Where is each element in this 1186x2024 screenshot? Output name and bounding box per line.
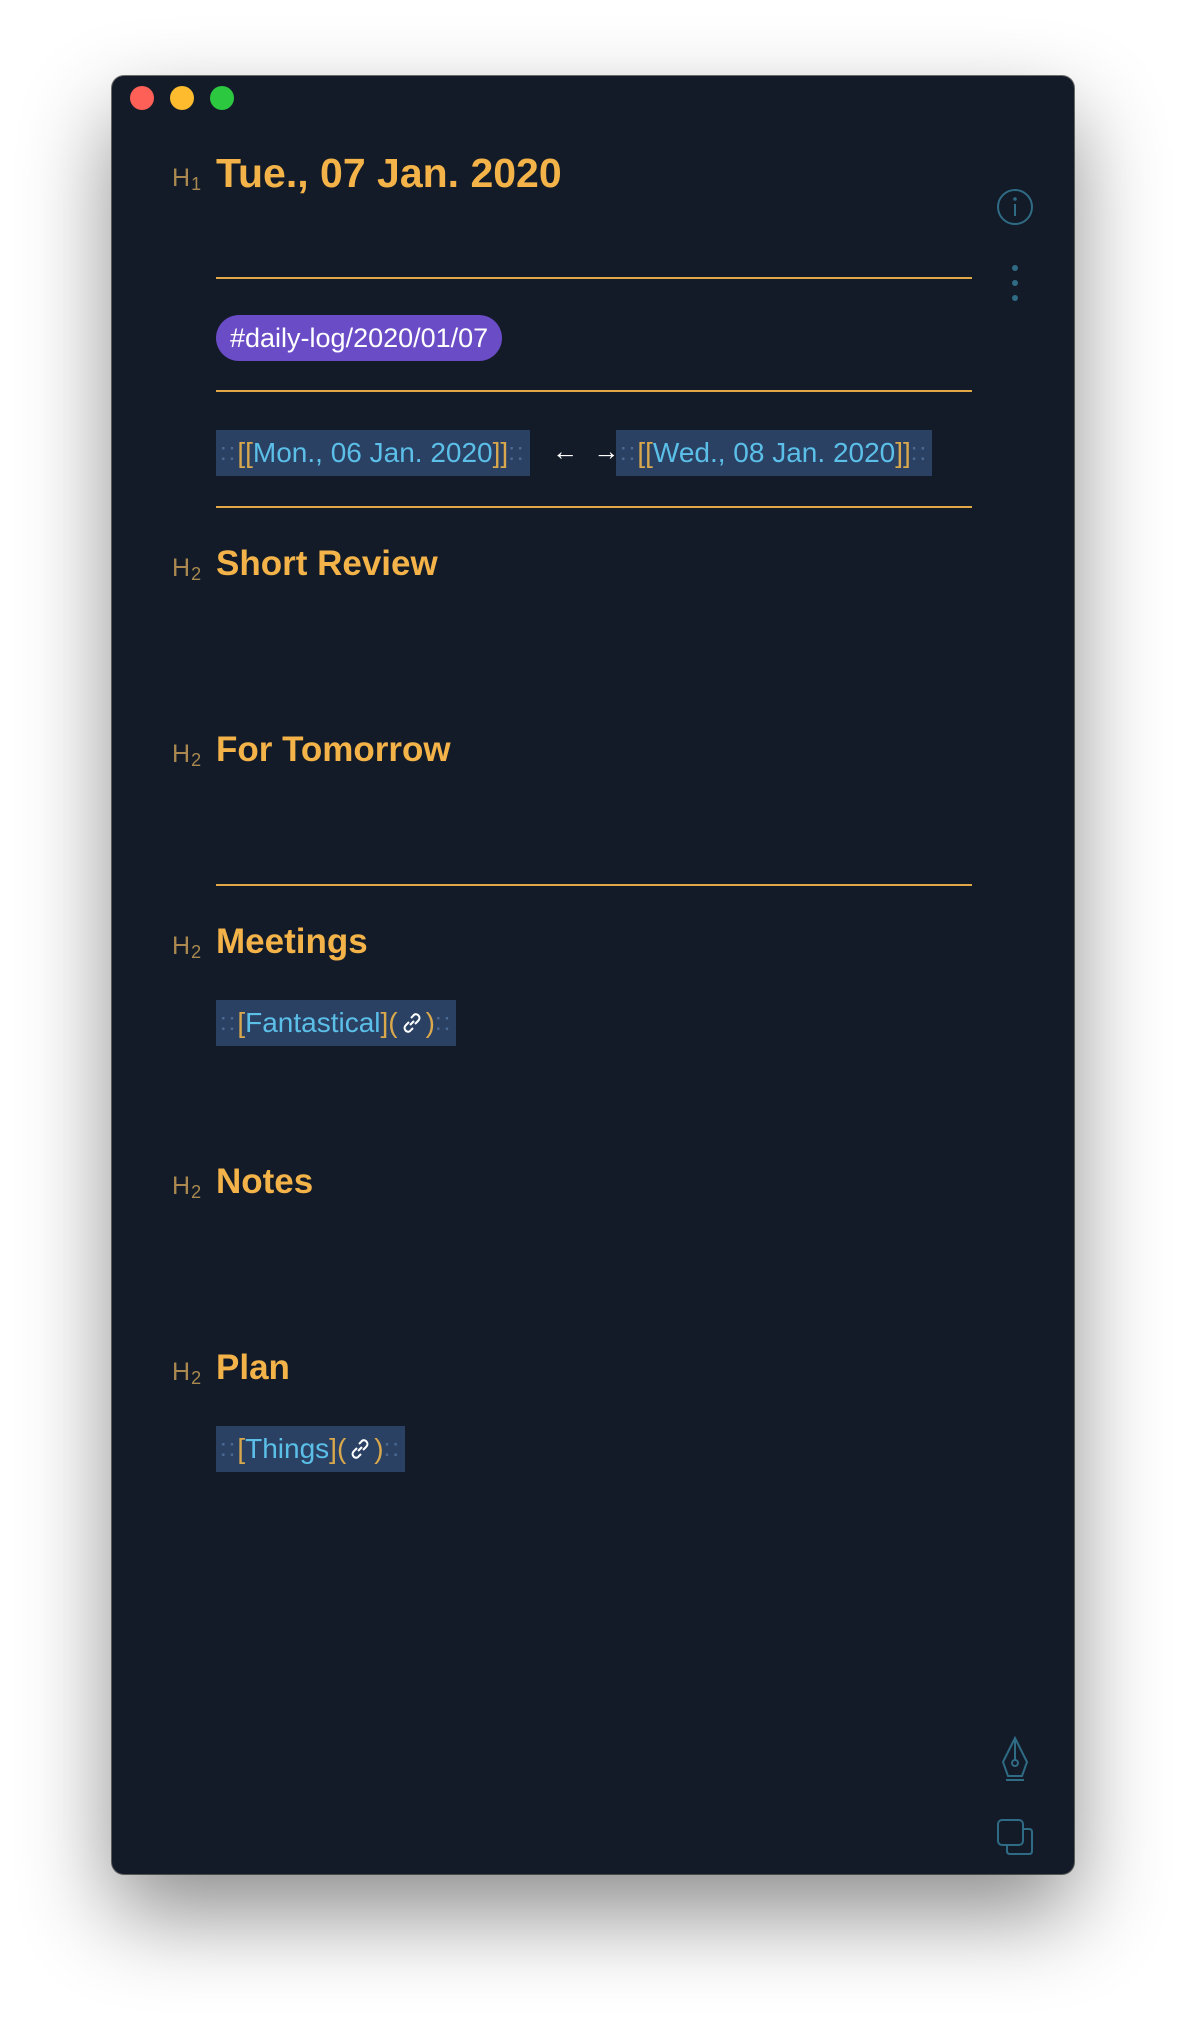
h2-marker: H2 [172,1358,202,1388]
zoom-window-button[interactable] [210,86,234,110]
page-title: Tue., 07 Jan. 2020 [216,150,562,196]
divider [216,277,972,279]
minimize-window-button[interactable] [170,86,194,110]
link-dots: :: [910,439,929,466]
h1-marker: H1 [172,164,202,194]
link-open-bracket: [ [237,1007,246,1038]
link-dots: :: [220,1009,238,1036]
divider [216,506,972,508]
heading-meetings: Meetings [216,922,368,961]
heading-plan: Plan [216,1348,290,1387]
more-vertical-icon[interactable] [994,262,1036,304]
pen-nib-icon[interactable] [994,1736,1036,1781]
link-open-brackets: [[ [237,437,253,468]
link-dots: :: [508,439,526,466]
fantastical-link-label: Fantastical [245,1007,381,1038]
heading-short-review: Short Review [216,544,438,583]
divider [216,390,972,392]
link-close-brackets: ]] [895,437,911,468]
chain-link-icon [346,1435,374,1463]
h2-marker: H2 [172,740,202,770]
close-window-button[interactable] [130,86,154,110]
h2-marker: H2 [172,554,202,584]
h2-marker: H2 [172,1172,202,1202]
divider [216,884,972,886]
things-link[interactable]: :: [ Things ]( ) :: [216,1426,405,1472]
link-mid-bracket: ]( [329,1433,347,1464]
link-open-bracket: [ [237,1433,246,1464]
window-controls [130,86,234,110]
heading-for-tomorrow: For Tomorrow [216,730,451,769]
previous-day-label: Mon., 06 Jan. 2020 [252,437,493,468]
info-icon[interactable] [994,186,1036,228]
note-window: H1 Tue., 07 Jan. 2020 #daily-log/2020/01… [112,76,1074,1874]
previous-day-link[interactable]: :: [[ Mon., 06 Jan. 2020 ]] :: [216,430,530,476]
link-open-brackets: [[ [637,437,653,468]
nav-arrows: ← → [552,436,624,466]
copy-icon[interactable] [994,1816,1036,1858]
link-close-bracket: ) [425,1007,435,1038]
next-day-link[interactable]: :: [[ Wed., 08 Jan. 2020 ]] :: [616,430,933,476]
link-dots: :: [383,1435,401,1462]
heading-notes: Notes [216,1162,314,1201]
link-close-brackets: ]] [492,437,509,468]
link-mid-bracket: ]( [380,1007,398,1038]
tag-pill[interactable]: #daily-log/2020/01/07 [216,315,503,361]
link-dots: :: [220,1435,238,1462]
fantastical-link[interactable]: :: [ Fantastical ]( ) :: [216,1000,457,1046]
things-link-label: Things [245,1433,330,1464]
link-close-bracket: ) [374,1433,384,1464]
h2-marker: H2 [172,932,202,962]
link-dots: :: [434,1009,453,1036]
next-day-label: Wed., 08 Jan. 2020 [652,437,896,468]
link-dots: :: [220,439,238,466]
chain-link-icon [398,1009,426,1037]
link-dots: :: [620,439,638,466]
